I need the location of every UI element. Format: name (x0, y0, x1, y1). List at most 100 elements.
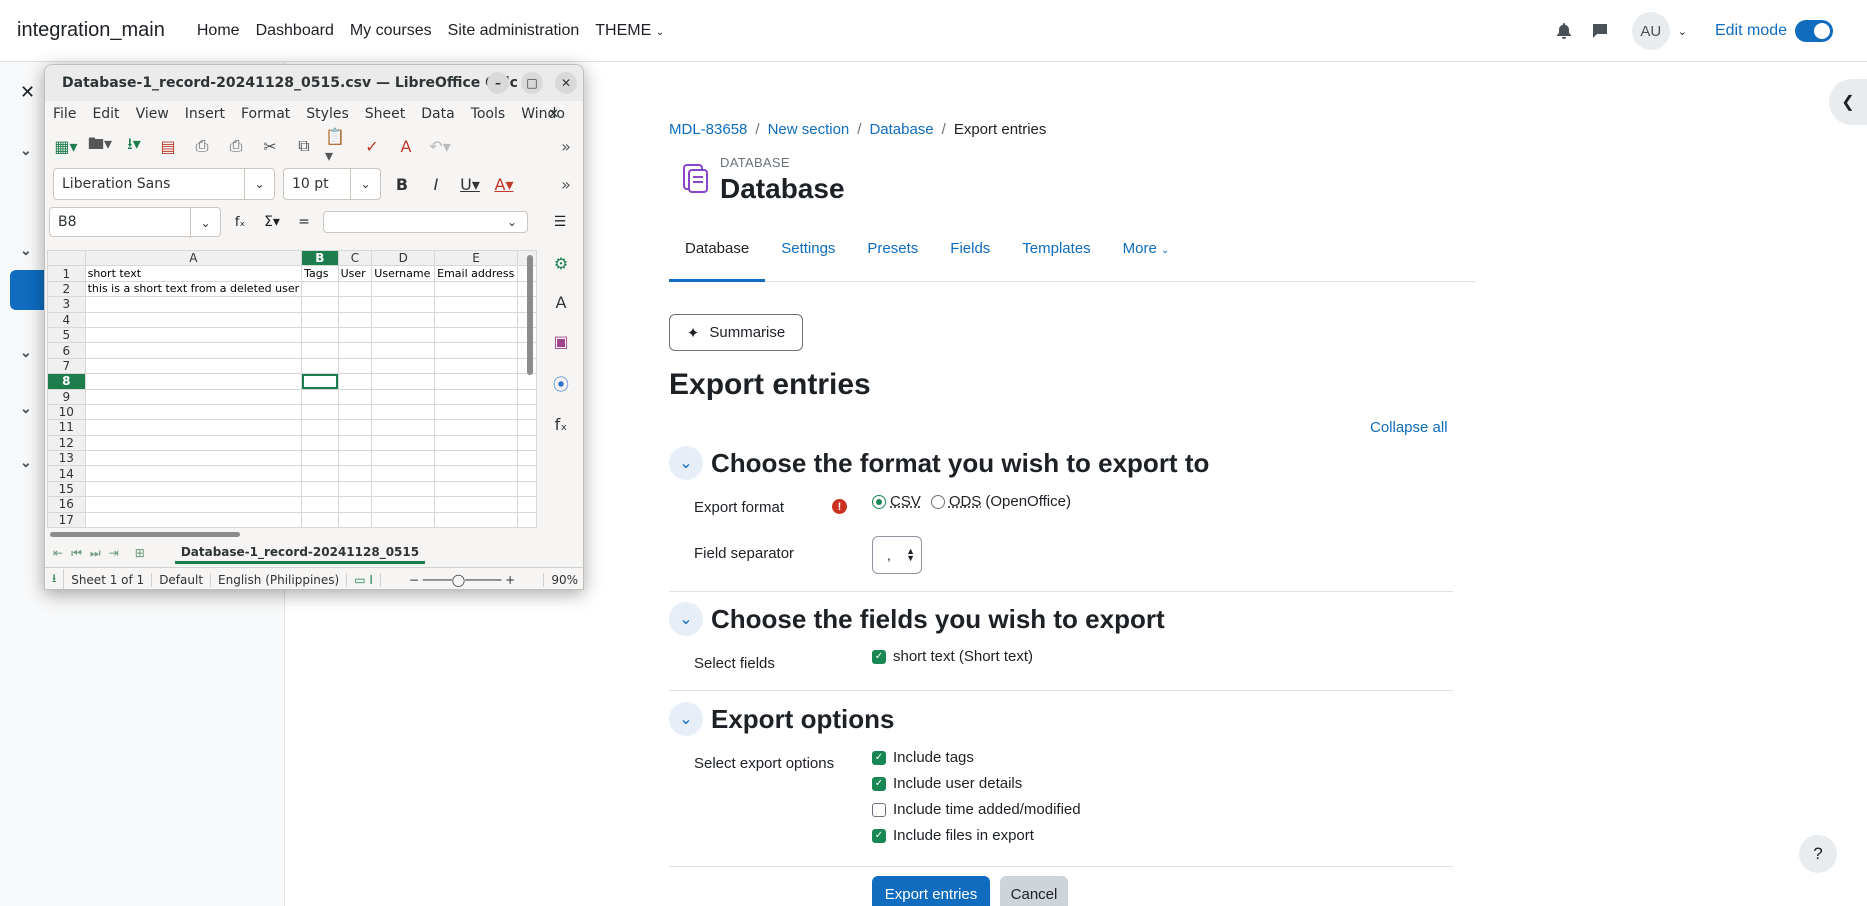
cell[interactable] (434, 373, 519, 390)
menu-edit[interactable]: Edit (92, 106, 119, 122)
cell[interactable]: Username (371, 265, 436, 282)
gallery-icon[interactable]: ▣ (553, 332, 568, 351)
message-icon[interactable] (1588, 19, 1612, 43)
cell[interactable] (337, 419, 373, 436)
nav-dashboard[interactable]: Dashboard (256, 22, 334, 40)
function-wizard-icon[interactable]: fₓ (227, 209, 253, 235)
clear-formatting-icon[interactable]: A (393, 133, 419, 159)
cell[interactable] (84, 388, 303, 405)
nav-theme[interactable]: THEME ⌄ (595, 22, 664, 40)
new-document-icon[interactable]: ▦▾ (53, 133, 79, 159)
cell[interactable]: this is a short text from a deleted user (84, 280, 303, 298)
cell[interactable] (517, 434, 537, 452)
row-header[interactable]: 2 (47, 280, 86, 298)
row-header[interactable]: 1 (47, 265, 86, 282)
cell[interactable] (337, 403, 373, 421)
row-header[interactable]: 17 (47, 511, 86, 528)
ods-radio[interactable] (930, 494, 945, 509)
previous-sheet-icon[interactable]: ⏮ (71, 546, 82, 561)
chevron-down-icon[interactable]: ⌄ (20, 400, 32, 417)
site-name[interactable]: integration_main (17, 19, 165, 42)
zoom-level[interactable]: 90% (544, 573, 583, 587)
cell[interactable] (517, 373, 537, 390)
spreadsheet-grid[interactable]: A B C D E 1 short text Tags User Username Ema… (47, 250, 537, 528)
field-short-text[interactable]: ✓ short text (Short text) (872, 648, 1033, 665)
cell[interactable]: Email address (434, 265, 519, 282)
clone-formatting-icon[interactable]: ✓ (359, 133, 385, 159)
minimize-icon[interactable]: – (487, 72, 509, 94)
checkbox[interactable]: ✓ (872, 750, 886, 765)
cell[interactable] (301, 388, 339, 405)
checkbox[interactable]: ✓ (872, 828, 886, 843)
cell[interactable] (337, 388, 373, 405)
close-icon[interactable]: ✕ (555, 72, 577, 94)
include-tags-option[interactable]: ✓ Include tags (872, 749, 974, 766)
chevron-down-icon[interactable]: ⌄ (497, 212, 527, 232)
tab-database[interactable]: Database (669, 232, 766, 282)
close-icon[interactable]: ✕ (20, 82, 35, 103)
cell[interactable] (337, 450, 373, 467)
cell[interactable] (337, 373, 373, 390)
csv-label[interactable]: CSV (890, 493, 921, 510)
breadcrumb-course[interactable]: MDL-83658 (669, 121, 747, 138)
cell[interactable] (84, 373, 303, 390)
chevron-down-icon[interactable]: ⌄ (669, 446, 703, 480)
selection-mode-icon[interactable]: ▭ I (347, 572, 381, 587)
chevron-down-icon[interactable]: ⌄ (669, 602, 703, 636)
cell[interactable] (371, 342, 436, 359)
corner-cell[interactable] (47, 250, 86, 267)
cell[interactable] (84, 465, 303, 482)
cell[interactable] (84, 403, 303, 421)
cell[interactable] (434, 450, 519, 467)
section-format-header[interactable]: ⌄ Choose the format you wish to export t… (669, 446, 1209, 480)
row-header[interactable]: 15 (47, 480, 86, 498)
export-entries-button[interactable]: Export entries (872, 876, 990, 906)
row-header[interactable]: 12 (47, 434, 86, 452)
cell[interactable] (301, 311, 339, 328)
first-sheet-icon[interactable]: ⇤ (53, 546, 63, 560)
add-sheet-icon[interactable]: ⊞ (135, 546, 145, 560)
font-name-box[interactable]: Liberation Sans ⌄ (53, 168, 275, 200)
menu-sheet[interactable]: Sheet (365, 106, 405, 122)
cell[interactable] (337, 357, 373, 375)
cell[interactable] (371, 434, 436, 452)
maximize-icon[interactable]: □ (521, 72, 543, 94)
cell[interactable] (337, 511, 373, 528)
cell[interactable] (84, 326, 303, 344)
cell[interactable] (301, 480, 339, 498)
cell[interactable] (517, 496, 537, 513)
row-header[interactable]: 5 (47, 326, 86, 344)
cell[interactable]: User (337, 265, 373, 282)
cut-icon[interactable]: ✂ (257, 133, 283, 159)
language-indicator[interactable]: English (Philippines) (211, 572, 348, 587)
name-box[interactable]: B8 ⌄ (49, 207, 221, 238)
cell[interactable] (371, 480, 436, 498)
cell[interactable] (84, 357, 303, 375)
cell[interactable] (301, 357, 339, 375)
cell[interactable] (434, 434, 519, 452)
cell[interactable] (434, 357, 519, 375)
cell[interactable] (371, 419, 436, 436)
cell[interactable] (301, 342, 339, 359)
export-pdf-icon[interactable]: ▤ (155, 133, 181, 159)
cell[interactable] (337, 434, 373, 452)
formula-input[interactable]: ⌄ (323, 211, 528, 233)
section-fields-header[interactable]: ⌄ Choose the fields you wish to export (669, 602, 1165, 636)
cell[interactable] (434, 388, 519, 405)
cell[interactable] (434, 326, 519, 344)
row-header[interactable]: 14 (47, 465, 86, 482)
row-header[interactable]: 3 (47, 296, 86, 313)
cell[interactable] (371, 388, 436, 405)
cell-table[interactable]: A B C D E 1 short text Tags User Username Ema… (47, 250, 537, 528)
navigator-icon[interactable]: ⦿ (553, 371, 569, 395)
cell[interactable] (84, 480, 303, 498)
breadcrumb-section[interactable]: New section (768, 121, 850, 138)
csv-radio[interactable] (872, 494, 886, 509)
cell[interactable] (337, 465, 373, 482)
cell[interactable] (301, 511, 339, 528)
formula-equals-icon[interactable]: = (291, 209, 317, 235)
row-header[interactable]: 9 (47, 388, 86, 405)
cell[interactable] (84, 450, 303, 467)
save-icon[interactable]: ⭳▾ (121, 133, 147, 159)
row-header[interactable]: 7 (47, 357, 86, 375)
